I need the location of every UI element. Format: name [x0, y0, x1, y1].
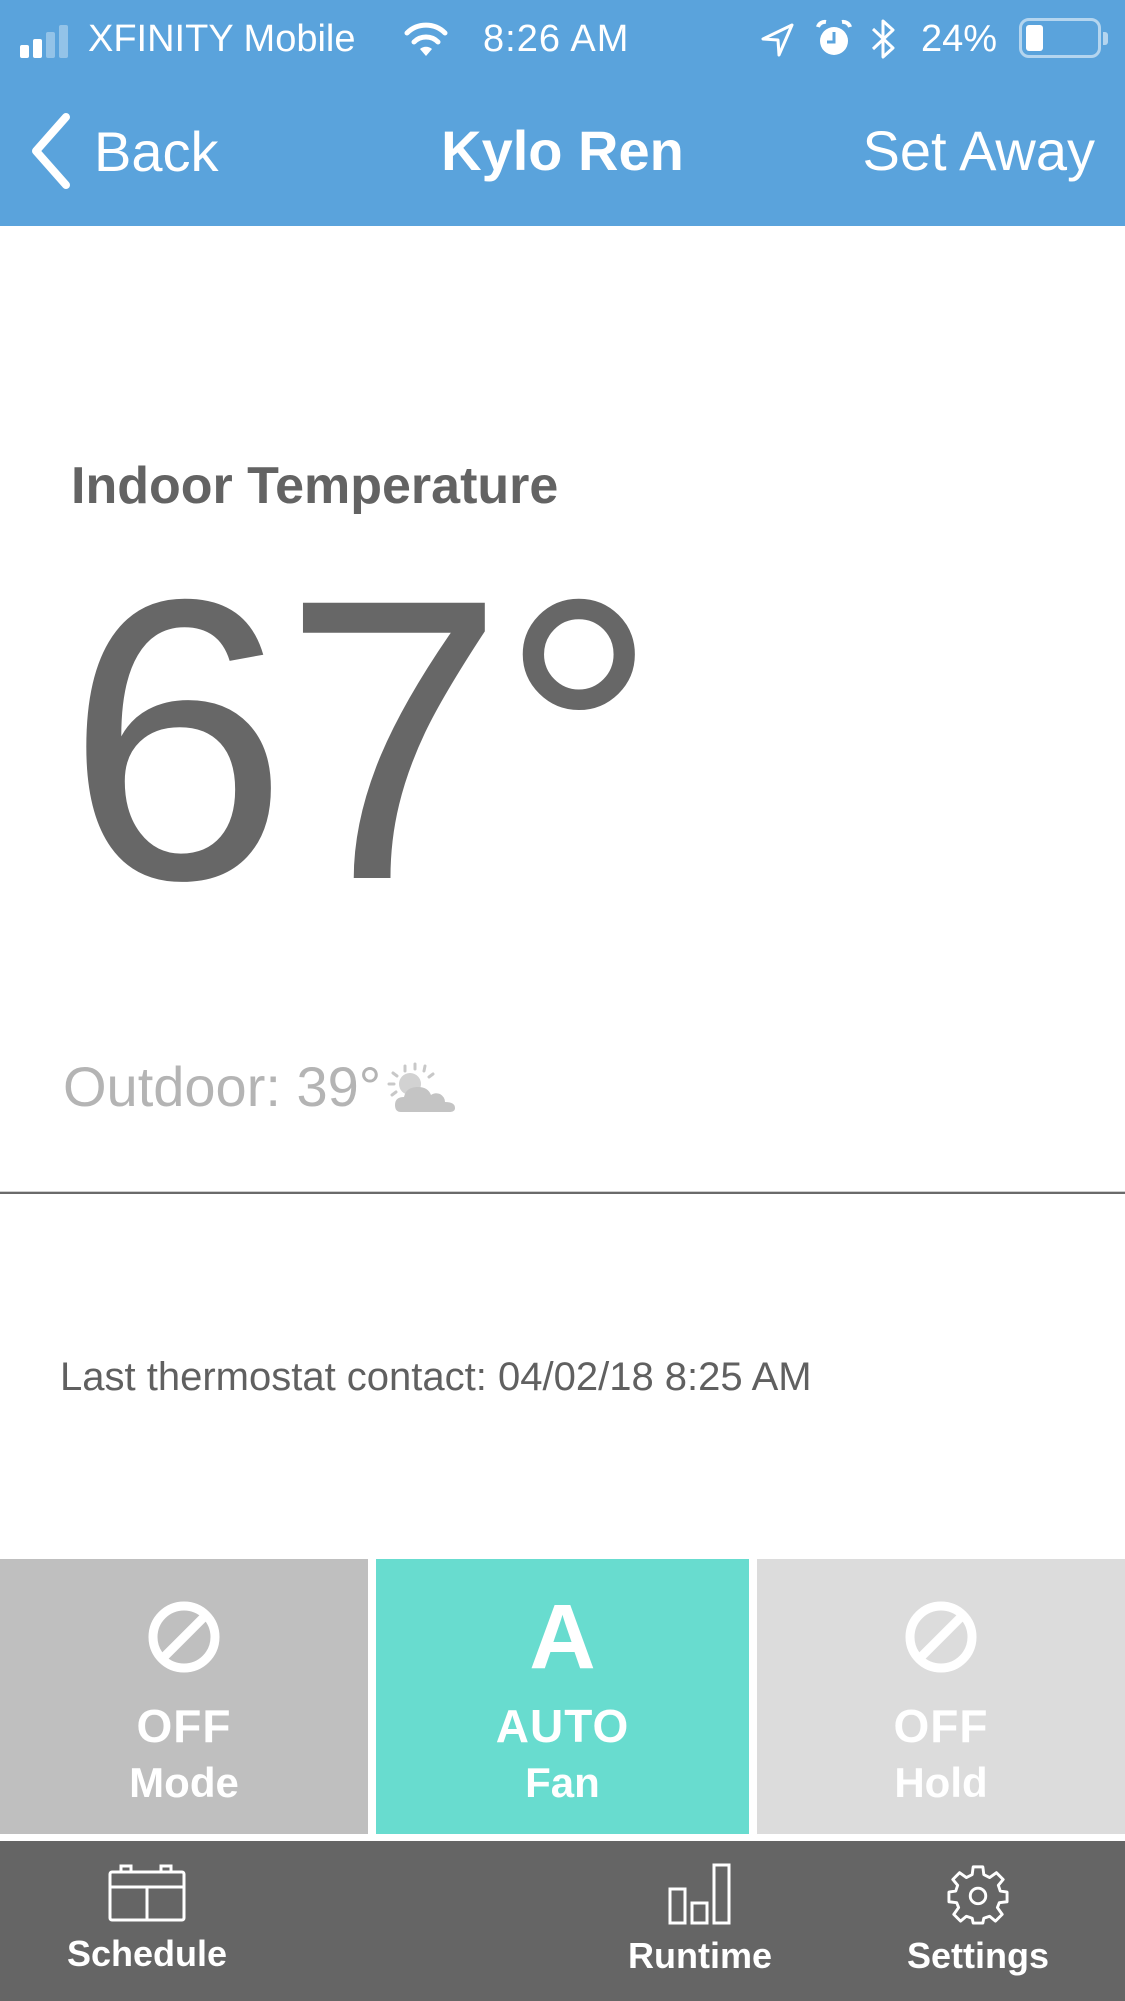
battery-icon: [1019, 18, 1108, 58]
calendar-icon: [108, 1864, 186, 1922]
bar-chart-icon: [668, 1863, 731, 1925]
status-bar: XFINITY Mobile 8:26 AM 24%: [0, 0, 1125, 76]
outdoor-temperature-text: Outdoor: 39°: [63, 1054, 382, 1118]
navigation-bar: Back Kylo Ren Set Away: [0, 76, 1125, 226]
partly-cloudy-icon: [387, 1062, 456, 1112]
wifi-icon: [404, 22, 448, 56]
tab-runtime-label: Runtime: [628, 1935, 772, 1976]
off-icon: [148, 1601, 220, 1673]
location-icon: [761, 23, 794, 57]
back-label: Back: [94, 119, 219, 183]
tab-settings-label: Settings: [906, 1935, 1049, 1976]
battery-percent: 24%: [921, 18, 998, 60]
indoor-temperature-value: 67°: [66, 516, 659, 963]
back-button[interactable]: Back: [26, 108, 219, 194]
chevron-left-icon: [32, 113, 70, 189]
bluetooth-icon: [871, 19, 895, 59]
fan-button[interactable]: A AUTO Fan: [376, 1559, 749, 1834]
mode-value: OFF: [136, 1700, 232, 1752]
auto-icon: A: [529, 1586, 596, 1688]
hold-button[interactable]: OFF Hold: [757, 1559, 1125, 1834]
fan-value: AUTO: [495, 1700, 630, 1752]
last-contact-text: Last thermostat contact: 04/02/18 8:25 A…: [60, 1355, 812, 1399]
tab-bar: Schedule Runtime Settings: [0, 1841, 1125, 2001]
off-icon: [905, 1601, 977, 1673]
thermostat-screen: XFINITY Mobile 8:26 AM 24% Back Kylo Ren…: [0, 0, 1125, 2001]
alarm-icon: [816, 19, 852, 55]
fan-label: Fan: [525, 1759, 600, 1806]
indoor-temperature-label: Indoor Temperature: [71, 457, 559, 515]
section-divider: [0, 1191, 1125, 1194]
mode-button[interactable]: OFF Mode: [0, 1559, 368, 1834]
status-time: 8:26 AM: [483, 18, 630, 60]
set-away-button[interactable]: Set Away: [863, 118, 1095, 183]
mode-label: Mode: [129, 1759, 239, 1806]
carrier-name: XFINITY Mobile: [88, 18, 356, 60]
hold-label: Hold: [894, 1759, 988, 1806]
tab-schedule-label: Schedule: [66, 1933, 228, 1974]
outdoor-temperature: Outdoor: 39°: [63, 1052, 463, 1120]
signal-icon: [20, 22, 80, 58]
gear-icon: [947, 1865, 1009, 1925]
control-buttons: OFF Mode A AUTO Fan OFF Hold: [0, 1559, 1125, 1834]
tab-settings[interactable]: Settings: [868, 1841, 1088, 2001]
tab-schedule[interactable]: Schedule: [40, 1841, 254, 2001]
tab-runtime[interactable]: Runtime: [590, 1841, 810, 2001]
hold-value: OFF: [893, 1700, 989, 1752]
